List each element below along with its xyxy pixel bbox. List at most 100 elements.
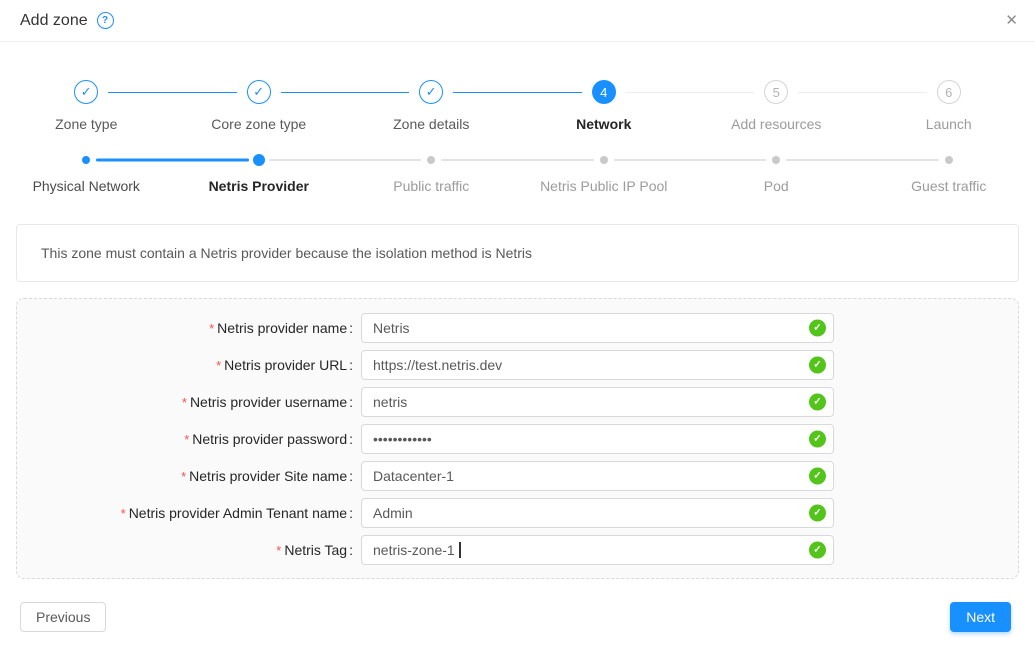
- field-label: *Netris provider URL:: [17, 357, 353, 373]
- form-row: *Netris provider name: ✓: [17, 309, 1018, 346]
- field-input[interactable]: [361, 313, 834, 343]
- step-status-icon: 5: [764, 80, 788, 104]
- substep-dot-row: [345, 154, 518, 166]
- field-input-wrap: ✓: [361, 313, 834, 343]
- substep-dot-row: [863, 154, 1035, 166]
- required-asterisk: *: [181, 469, 186, 484]
- valid-check-icon: ✓: [809, 393, 826, 410]
- field-label: *Netris provider password:: [17, 431, 353, 447]
- previous-button[interactable]: Previous: [20, 602, 106, 632]
- valid-check-icon: ✓: [809, 356, 826, 373]
- substep-dot-row: [690, 154, 863, 166]
- substep-label: Pod: [764, 178, 789, 194]
- notice-text: This zone must contain a Netris provider…: [41, 245, 532, 261]
- required-asterisk: *: [216, 358, 221, 373]
- step-label: Zone details: [393, 116, 469, 132]
- substep-dot-icon: [945, 156, 953, 164]
- field-label: *Netris Tag:: [17, 542, 353, 558]
- substep-dot-icon: [253, 154, 265, 166]
- field-input-wrap: ✓: [361, 498, 834, 528]
- text-cursor: [459, 542, 461, 558]
- form-row: *Netris provider URL: ✓: [17, 346, 1018, 383]
- required-asterisk: *: [184, 432, 189, 447]
- network-substep: Guest traffic: [863, 154, 1035, 194]
- form-row: *Netris provider Admin Tenant name: ✓: [17, 494, 1018, 531]
- required-asterisk: *: [121, 506, 126, 521]
- step-label: Launch: [926, 116, 972, 132]
- field-label: *Netris provider name:: [17, 320, 353, 336]
- field-input-wrap: ✓: [361, 535, 834, 565]
- substep-label: Public traffic: [393, 178, 469, 194]
- step-status-icon: ✓: [247, 80, 271, 104]
- valid-check-icon: ✓: [809, 430, 826, 447]
- field-label: *Netris provider Site name:: [17, 468, 353, 484]
- field-label-text: Netris provider name: [217, 320, 347, 336]
- field-label-text: Netris Tag: [284, 542, 347, 558]
- form-row: *Netris provider password: ✓: [17, 420, 1018, 457]
- step-status-icon: 6: [937, 80, 961, 104]
- label-colon: :: [349, 357, 353, 373]
- substep-dot-row: [173, 154, 346, 166]
- label-colon: :: [349, 320, 353, 336]
- field-input[interactable]: [361, 461, 834, 491]
- field-input[interactable]: [361, 350, 834, 380]
- required-asterisk: *: [182, 395, 187, 410]
- substep-dot-icon: [772, 156, 780, 164]
- close-icon[interactable]: ✕: [1005, 13, 1018, 28]
- field-label: *Netris provider username:: [17, 394, 353, 410]
- field-input-wrap: ✓: [361, 350, 834, 380]
- form-row: *Netris provider Site name: ✓: [17, 457, 1018, 494]
- next-button[interactable]: Next: [950, 602, 1011, 632]
- substep-label: Guest traffic: [911, 178, 986, 194]
- label-colon: :: [349, 468, 353, 484]
- dialog-header: Add zone ? ✕: [0, 0, 1035, 42]
- field-label-text: Netris provider Admin Tenant name: [129, 505, 347, 521]
- wizard-step: ✓ Zone type: [0, 80, 173, 132]
- network-substep: Netris Public IP Pool: [518, 154, 691, 194]
- field-input[interactable]: [361, 387, 834, 417]
- notice-panel: This zone must contain a Netris provider…: [16, 224, 1019, 282]
- step-status-icon: 4: [592, 80, 616, 104]
- step-label: Zone type: [55, 116, 117, 132]
- step-status-icon: ✓: [74, 80, 98, 104]
- substep-label: Netris Provider: [209, 178, 309, 194]
- network-substep: Public traffic: [345, 154, 518, 194]
- field-input[interactable]: [361, 535, 834, 565]
- dialog-title: Add zone: [20, 12, 88, 30]
- field-input-wrap: ✓: [361, 461, 834, 491]
- network-substepper: Physical Network Netris Provider Public …: [0, 154, 1035, 194]
- wizard-step: 6 Launch: [863, 80, 1035, 132]
- substep-dot-icon: [427, 156, 435, 164]
- network-substep: Pod: [690, 154, 863, 194]
- substep-dot-row: [518, 154, 691, 166]
- step-label: Core zone type: [211, 116, 306, 132]
- field-input[interactable]: [361, 498, 834, 528]
- label-colon: :: [349, 505, 353, 521]
- substep-dot-row: [0, 154, 173, 166]
- field-input-wrap: ✓: [361, 387, 834, 417]
- valid-check-icon: ✓: [809, 504, 826, 521]
- valid-check-icon: ✓: [809, 541, 826, 558]
- help-icon[interactable]: ?: [97, 12, 114, 29]
- required-asterisk: *: [276, 543, 281, 558]
- field-label-text: Netris provider Site name: [189, 468, 347, 484]
- label-colon: :: [349, 431, 353, 447]
- substep-dot-icon: [82, 156, 90, 164]
- wizard-stepper: ✓ Zone type ✓ Core zone type ✓ Zone deta…: [0, 80, 1035, 132]
- form-row: *Netris provider username: ✓: [17, 383, 1018, 420]
- field-input[interactable]: [361, 424, 834, 454]
- step-status-icon: ✓: [419, 80, 443, 104]
- required-asterisk: *: [209, 321, 214, 336]
- field-input-wrap: ✓: [361, 424, 834, 454]
- netris-provider-form: *Netris provider name: ✓ *Netris provide…: [16, 298, 1019, 579]
- field-label-text: Netris provider URL: [224, 357, 347, 373]
- step-label: Network: [576, 116, 631, 132]
- network-substep: Netris Provider: [173, 154, 346, 194]
- valid-check-icon: ✓: [809, 319, 826, 336]
- substep-label: Netris Public IP Pool: [540, 178, 667, 194]
- substep-dot-icon: [600, 156, 608, 164]
- form-row: *Netris Tag: ✓: [17, 531, 1018, 568]
- valid-check-icon: ✓: [809, 467, 826, 484]
- wizard-step: ✓ Core zone type: [173, 80, 346, 132]
- substep-label: Physical Network: [33, 178, 140, 194]
